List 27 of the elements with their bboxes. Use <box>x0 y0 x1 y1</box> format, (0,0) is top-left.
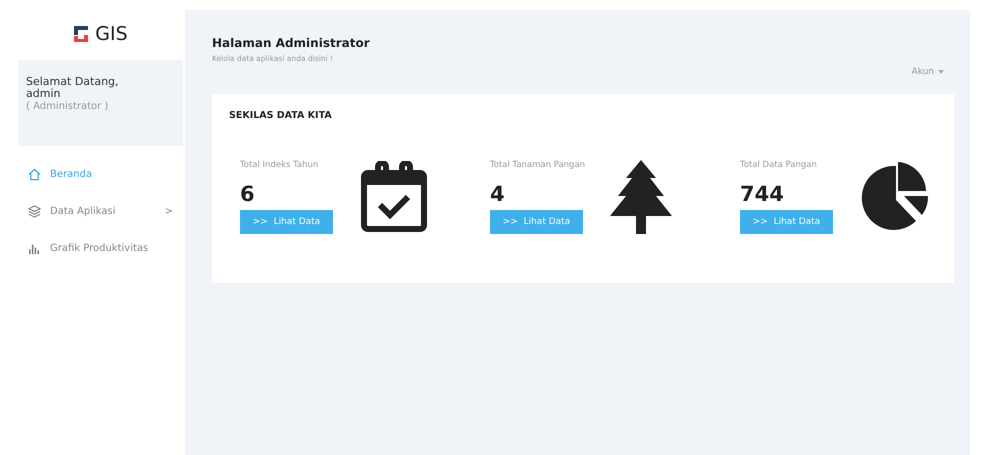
user-role: ( Administrator ) <box>26 100 110 114</box>
sidebar-item[interactable]: Data Aplikasi > <box>18 193 183 230</box>
sidebar-item[interactable]: Grafik Produktivitas <box>18 230 183 267</box>
stat-value: 6 <box>240 182 256 206</box>
stat-label: Total Indeks Tahun <box>240 160 320 170</box>
tree-icon <box>610 160 672 234</box>
home-icon <box>28 168 41 181</box>
sidebar-item[interactable]: Beranda <box>18 156 183 193</box>
chevron-icon: > <box>164 206 173 217</box>
stat-value: 744 <box>740 182 785 206</box>
logo-icon <box>73 25 90 43</box>
user-name: admin <box>26 88 62 100</box>
card-title: SEKILAS DATA KITA <box>229 109 333 123</box>
stat-label: Total Tanaman Pangan <box>490 160 586 170</box>
bar-chart-icon <box>28 242 41 255</box>
layers-icon <box>28 205 41 218</box>
app-logo-text: GIS <box>95 23 128 45</box>
view-data-button[interactable]: >> Lihat Data <box>240 210 333 234</box>
stat-label: Total Data Pangan <box>740 160 818 170</box>
view-data-button[interactable]: >> Lihat Data <box>740 210 833 234</box>
stat-value: 4 <box>490 182 506 206</box>
caret-icon <box>938 70 944 74</box>
calendar-check-icon <box>360 161 428 233</box>
view-data-button[interactable]: >> Lihat Data <box>490 210 583 234</box>
greeting: Selamat Datang, <box>26 76 120 88</box>
page-title: Halaman Administrator <box>212 36 370 50</box>
account-menu[interactable]: Akun <box>912 50 944 94</box>
